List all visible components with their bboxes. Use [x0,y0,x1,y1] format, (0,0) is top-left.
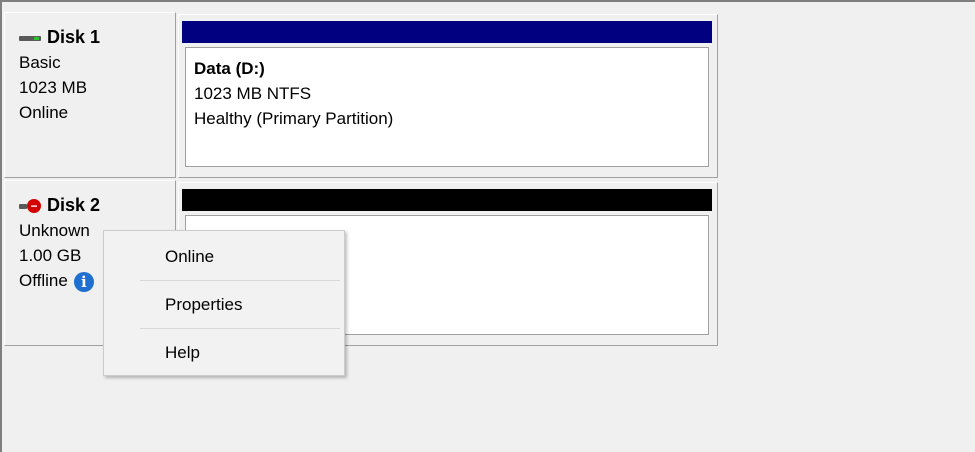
menu-separator [140,280,340,281]
disk-1-title: Disk 1 [19,25,175,50]
menu-separator [140,328,340,329]
disk-1-volume-area[interactable]: Data (D:) 1023 MB NTFS Healthy (Primary … [178,14,718,178]
disk-1-size: 1023 MB [19,78,88,97]
top-border [0,0,975,2]
disk-offline-error-icon: − [19,198,41,213]
disk-context-menu: Online Properties Help [103,230,345,376]
disk-2-title: − Disk 2 [19,193,175,218]
disk-online-icon [19,31,41,45]
disk-1-volume-stripe [182,21,712,43]
menu-item-online[interactable]: Online [107,235,341,278]
disk-1-volume-data-d[interactable]: Data (D:) 1023 MB NTFS Healthy (Primary … [185,47,709,167]
menu-item-help[interactable]: Help [107,331,341,374]
disk-2-volume-stripe [182,189,712,211]
volume-detail: 1023 MB NTFS [194,84,312,103]
disk-1-status: Online [19,103,69,122]
volume-health: Healthy (Primary Partition) [194,109,394,128]
menu-item-properties[interactable]: Properties [107,283,341,326]
disk-1-label-panel[interactable]: Disk 1 Basic 1023 MB Online [4,12,176,178]
disk-1-type: Basic [19,53,61,72]
disk-2-name: Disk 2 [47,195,101,215]
disk-2-status: Offline [19,271,68,290]
left-border [0,0,2,452]
disk-1-name: Disk 1 [47,27,101,47]
info-icon[interactable]: i [73,271,94,292]
volume-name: Data (D:) [194,59,265,78]
